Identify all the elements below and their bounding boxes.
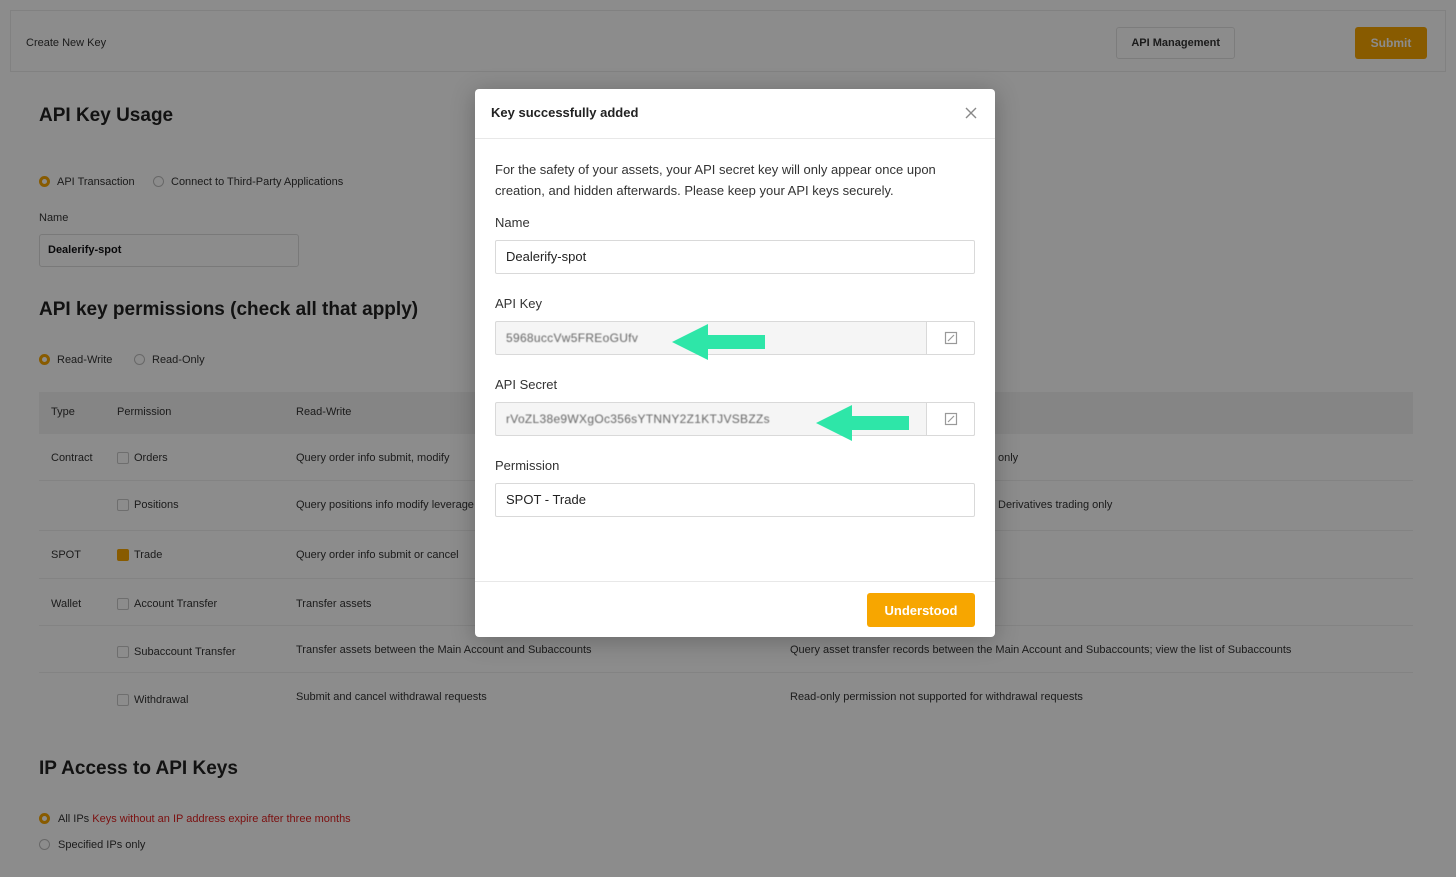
permission-label: Permission	[495, 458, 560, 473]
name-label: Name	[495, 215, 530, 230]
understood-button[interactable]: Understood	[867, 593, 975, 627]
permission-field[interactable]: SPOT - Trade	[495, 483, 975, 517]
close-icon[interactable]	[963, 105, 979, 121]
arrow-left-icon	[816, 405, 909, 441]
dialog-header: Key successfully added	[475, 89, 995, 139]
dialog-footer: Understood	[475, 581, 995, 637]
copy-api-secret-button[interactable]	[926, 402, 975, 436]
api-key-label: API Key	[495, 296, 542, 311]
copy-icon	[944, 412, 957, 426]
security-notice: For the safety of your assets, your API …	[495, 162, 936, 198]
copy-icon	[944, 331, 957, 345]
dialog-title: Key successfully added	[491, 105, 639, 120]
key-added-dialog: Key successfully added For the safety of…	[475, 89, 995, 637]
arrow-left-icon	[672, 324, 765, 360]
copy-api-key-button[interactable]	[926, 321, 975, 355]
api-secret-label: API Secret	[495, 377, 558, 392]
name-field[interactable]: Dealerify-spot	[495, 240, 975, 274]
